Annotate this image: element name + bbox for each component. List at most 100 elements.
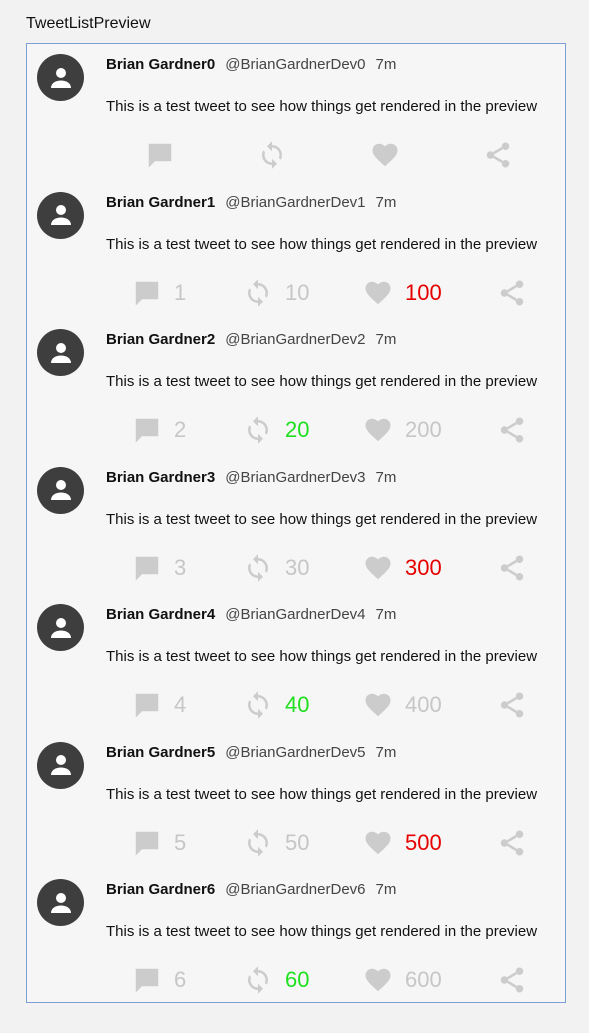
share-button[interactable] xyxy=(497,689,527,721)
tweet-list[interactable]: Brian Gardner0 @BrianGardnerDev0 7m This i… xyxy=(26,43,566,1003)
avatar-icon[interactable] xyxy=(37,466,84,514)
share-button[interactable] xyxy=(497,964,527,996)
like-count: 100 xyxy=(405,279,442,305)
reply-button[interactable]: 5 xyxy=(132,827,186,859)
retweet-button[interactable]: 10 xyxy=(243,277,309,309)
tweet-header: Brian Gardner2 @BrianGardnerDev2 7m xyxy=(106,331,396,348)
share-icon xyxy=(497,553,527,583)
tweet-actions: 2 20 200 xyxy=(27,414,565,446)
reply-button[interactable]: 6 xyxy=(132,964,186,996)
reply-button[interactable]: 3 xyxy=(132,552,186,584)
heart-icon xyxy=(363,415,393,445)
heart-icon xyxy=(363,278,393,308)
retweet-icon xyxy=(243,828,273,858)
share-button[interactable] xyxy=(497,827,527,859)
reply-count: 1 xyxy=(174,279,187,305)
comment-icon xyxy=(132,828,162,858)
tweet-time: 7m xyxy=(375,468,397,486)
tweet-time: 7m xyxy=(375,193,397,211)
share-icon xyxy=(497,690,527,720)
author-handle: @BrianGardnerDev5 xyxy=(225,743,366,761)
avatar-icon[interactable] xyxy=(37,879,84,926)
retweet-count: 40 xyxy=(285,692,310,717)
like-button[interactable]: 500 xyxy=(363,827,442,859)
share-button[interactable] xyxy=(497,414,527,446)
tweet-item[interactable]: Brian Gardner5 @BrianGardnerDev5 7m This i… xyxy=(27,732,565,870)
reply-count: 4 xyxy=(174,692,187,717)
tweet-time: 7m xyxy=(375,331,397,348)
like-count: 500 xyxy=(405,829,442,855)
tweet-time: 7m xyxy=(375,606,397,623)
tweet-text: This is a test tweet to see how things g… xyxy=(106,98,538,115)
share-icon xyxy=(483,140,513,170)
retweet-count: 60 xyxy=(285,967,310,992)
share-icon xyxy=(497,415,527,445)
retweet-button[interactable]: 40 xyxy=(243,689,309,721)
tweet-item[interactable]: Brian Gardner4 @BrianGardnerDev4 7m This i… xyxy=(27,594,565,732)
comment-icon xyxy=(132,965,162,995)
heart-icon xyxy=(363,965,393,995)
retweet-icon xyxy=(243,278,273,308)
comment-icon xyxy=(145,140,175,170)
avatar-icon[interactable] xyxy=(37,604,84,651)
tweet-item[interactable]: Brian Gardner2 @BrianGardnerDev2 7m This i… xyxy=(27,319,565,457)
retweet-count: 20 xyxy=(285,417,310,442)
retweet-icon xyxy=(257,140,287,170)
avatar-icon[interactable] xyxy=(37,329,84,376)
retweet-button[interactable]: 30 xyxy=(243,552,309,584)
like-button[interactable]: 400 xyxy=(363,689,442,721)
share-button[interactable] xyxy=(483,139,513,171)
retweet-icon xyxy=(243,690,273,720)
reply-button[interactable]: 2 xyxy=(132,414,186,446)
retweet-button[interactable]: 50 xyxy=(243,827,309,859)
like-button[interactable]: 300 xyxy=(363,552,442,584)
like-button[interactable]: 600 xyxy=(363,964,442,996)
retweet-button[interactable]: 20 xyxy=(243,414,309,446)
tweet-time: 7m xyxy=(375,743,397,761)
tweet-text: This is a test tweet to see how things g… xyxy=(106,510,538,528)
comment-icon xyxy=(132,553,162,583)
like-button[interactable]: 200 xyxy=(363,414,442,446)
tweet-text: This is a test tweet to see how things g… xyxy=(106,373,538,390)
reply-button[interactable]: 4 xyxy=(132,689,186,721)
reply-count: 3 xyxy=(174,554,187,580)
comment-icon xyxy=(132,415,162,445)
tweet-time: 7m xyxy=(375,56,397,73)
retweet-icon xyxy=(243,553,273,583)
share-button[interactable] xyxy=(497,277,527,309)
like-button[interactable] xyxy=(370,139,400,171)
like-count: 200 xyxy=(405,417,442,442)
tweet-item[interactable]: Brian Gardner6 @BrianGardnerDev6 7m This i… xyxy=(27,869,565,1002)
reply-count: 6 xyxy=(174,967,187,992)
like-button[interactable]: 100 xyxy=(363,277,442,309)
avatar-icon[interactable] xyxy=(37,741,84,789)
tweet-actions: 1 10 100 xyxy=(27,277,565,309)
avatar-icon[interactable] xyxy=(37,191,84,239)
reply-count: 2 xyxy=(174,417,187,442)
retweet-button[interactable]: 60 xyxy=(243,964,309,996)
author-name: Brian Gardner2 xyxy=(106,331,216,348)
tweet-header: Brian Gardner3 @BrianGardnerDev3 7m xyxy=(106,469,396,486)
share-icon xyxy=(497,278,527,308)
preview-title: TweetListPreview xyxy=(26,15,151,32)
reply-button[interactable]: 1 xyxy=(132,277,186,309)
retweet-icon xyxy=(243,415,273,445)
heart-icon xyxy=(370,140,400,170)
tweet-item[interactable]: Brian Gardner1 @BrianGardnerDev1 7m This i… xyxy=(27,182,565,320)
author-handle: @BrianGardnerDev6 xyxy=(225,881,366,898)
avatar-icon[interactable] xyxy=(37,54,84,101)
retweet-count: 10 xyxy=(285,279,310,305)
author-handle: @BrianGardnerDev3 xyxy=(225,468,366,486)
reply-button[interactable] xyxy=(145,139,175,171)
tweet-header: Brian Gardner4 @BrianGardnerDev4 7m xyxy=(106,606,396,623)
tweet-item[interactable]: Brian Gardner3 @BrianGardnerDev3 7m This i… xyxy=(27,457,565,595)
retweet-button[interactable] xyxy=(257,139,287,171)
tweet-actions: 4 40 400 xyxy=(27,689,565,721)
tweet-item[interactable]: Brian Gardner0 @BrianGardnerDev0 7m This i… xyxy=(27,44,565,182)
tweet-actions: 6 60 600 xyxy=(27,964,565,996)
retweet-count: 30 xyxy=(285,554,310,580)
tweet-text: This is a test tweet to see how things g… xyxy=(106,648,538,665)
author-handle: @BrianGardnerDev1 xyxy=(225,193,366,211)
share-button[interactable] xyxy=(497,552,527,584)
reply-count: 5 xyxy=(174,829,187,855)
